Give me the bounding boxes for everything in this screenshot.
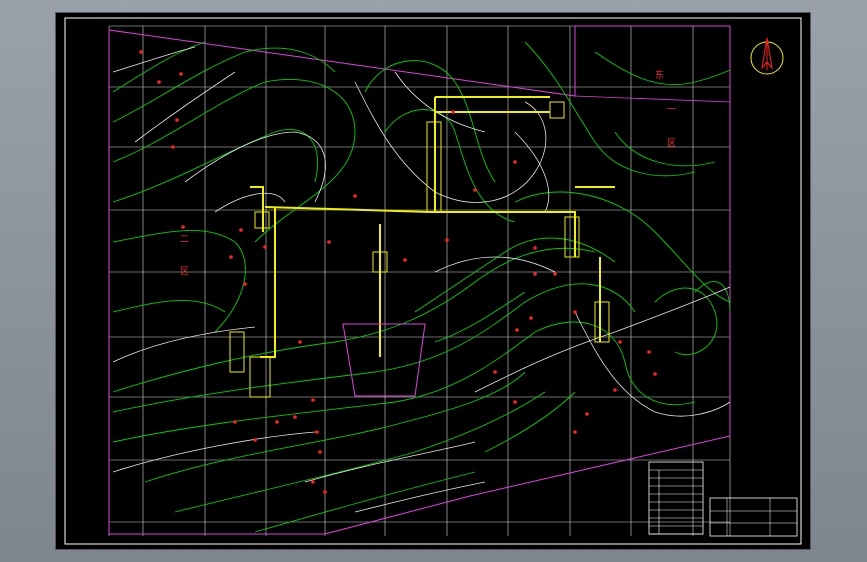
coordinate-grid (108, 25, 731, 536)
boundary-inner-line (574, 95, 731, 103)
title-block (709, 497, 798, 537)
pond-outline (342, 323, 426, 397)
green-contours (112, 41, 731, 533)
pipe-network (250, 96, 615, 358)
pipe-fittings (229, 101, 610, 398)
zone-label-one: 一 (667, 105, 676, 115)
application-window: 东 一 区 二 区 (0, 0, 867, 562)
north-arrow-icon (750, 37, 784, 75)
cad-drawing-viewport[interactable]: 东 一 区 二 区 (55, 12, 811, 550)
drawing-canvas[interactable]: 东 一 区 二 区 (55, 12, 811, 550)
zone-label-east: 东 (655, 69, 664, 81)
zone-label-zone: 区 (667, 138, 676, 149)
sheet-border (64, 17, 802, 545)
zone-label-two: 二 (180, 235, 189, 245)
white-contours (112, 46, 731, 513)
site-boundary (108, 25, 731, 535)
legend-table (648, 461, 704, 535)
zone-label-zone-2: 区 (180, 266, 189, 277)
